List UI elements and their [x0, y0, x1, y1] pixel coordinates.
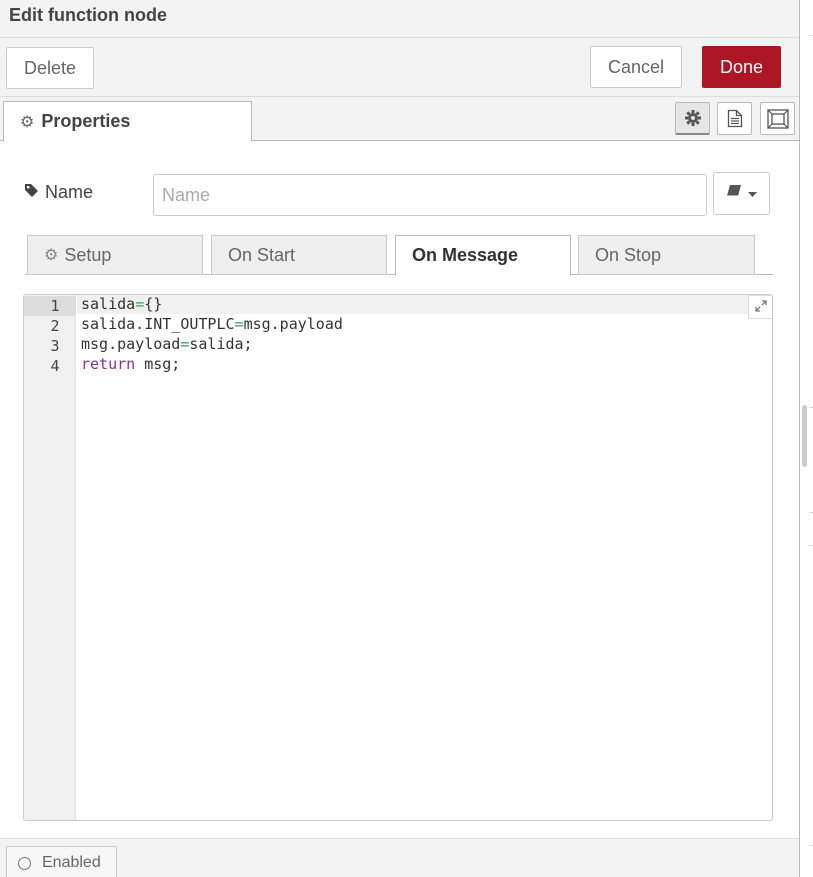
line-number: 2: [50, 317, 60, 335]
tray-header: Edit function node: [0, 0, 799, 38]
line-number: 1: [24, 296, 76, 316]
enabled-label: Enabled: [42, 854, 101, 871]
code-line: salida.INT_OUTPLC=msg.payload: [81, 314, 343, 334]
node-library-button[interactable]: [713, 172, 770, 215]
code-line: msg.payload=salida;: [81, 334, 253, 354]
appearance-icon: [766, 108, 789, 129]
tab-properties[interactable]: ⚙ Properties: [3, 101, 252, 142]
subtab-on-start-label: On Start: [228, 244, 296, 265]
divider: [809, 545, 813, 546]
tray-footer: Enabled: [0, 838, 799, 877]
subtab-on-message[interactable]: On Message: [395, 235, 571, 276]
name-input[interactable]: [153, 174, 707, 216]
subtab-on-message-label: On Message: [412, 245, 519, 265]
description-icon: [727, 109, 743, 128]
description-tab-button[interactable]: [717, 102, 752, 135]
gear-icon: ⚙: [20, 113, 35, 131]
code-token: salida.INT_OUTPLC: [81, 315, 235, 333]
tray-tabbar: ⚙ Properties: [0, 97, 799, 142]
settings-tab-button[interactable]: [675, 102, 710, 135]
gear-icon: [684, 109, 702, 127]
code-operator: =: [234, 315, 244, 333]
toggle-circle-icon: [18, 856, 31, 870]
expand-editor-button[interactable]: [748, 295, 772, 319]
name-label-text: Name: [45, 182, 94, 202]
tab-properties-label: Properties: [41, 111, 131, 131]
code-operator: =: [135, 295, 145, 313]
divider: [809, 845, 813, 846]
code-editor[interactable]: 1 2 3 4 salida={} salida.INT_OUTPLC=msg.…: [23, 294, 773, 821]
subtab-on-start[interactable]: On Start: [211, 235, 387, 275]
subtab-setup[interactable]: ⚙ Setup: [27, 235, 203, 275]
delete-button[interactable]: Delete: [6, 47, 94, 89]
code-token: {}: [144, 295, 163, 313]
edit-tray: Edit function node Delete Cancel Done ⚙ …: [0, 0, 799, 877]
tray-title: Edit function node: [9, 5, 167, 25]
gear-icon: ⚙: [44, 247, 59, 264]
code-keyword: return: [81, 355, 136, 373]
divider: [809, 35, 813, 36]
subtab-setup-label: Setup: [64, 244, 112, 265]
code-token: msg.payload: [81, 335, 181, 353]
code-token: salida;: [189, 335, 253, 353]
editor-gutter: 1 2 3 4: [24, 295, 76, 820]
done-button[interactable]: Done: [702, 46, 781, 88]
subtab-on-stop-label: On Stop: [595, 244, 662, 265]
code-token: salida: [81, 295, 136, 313]
caret-down-icon: [748, 185, 757, 203]
tag-icon: [24, 182, 39, 203]
divider: [809, 512, 813, 513]
book-icon: [726, 184, 742, 203]
expand-icon: [754, 299, 767, 315]
appearance-tab-button[interactable]: [760, 102, 795, 135]
line-number: 4: [50, 357, 60, 375]
divider: [809, 407, 813, 408]
line-number: 3: [50, 337, 60, 355]
cancel-button[interactable]: Cancel: [590, 46, 682, 88]
code-line: salida={}: [77, 295, 749, 314]
name-label: Name: [24, 182, 93, 203]
function-subtabs: ⚙ Setup On Start On Message On Stop: [25, 234, 773, 276]
code-line: return msg;: [81, 354, 180, 374]
enabled-toggle[interactable]: Enabled: [6, 846, 117, 877]
tray-toolbar: Delete Cancel Done: [0, 38, 799, 97]
code-token: msg.payload: [243, 315, 343, 333]
subtab-on-stop[interactable]: On Stop: [578, 235, 755, 275]
workspace-edge: [799, 0, 813, 877]
code-token: msg;: [135, 355, 181, 373]
scrollbar[interactable]: [802, 405, 807, 467]
